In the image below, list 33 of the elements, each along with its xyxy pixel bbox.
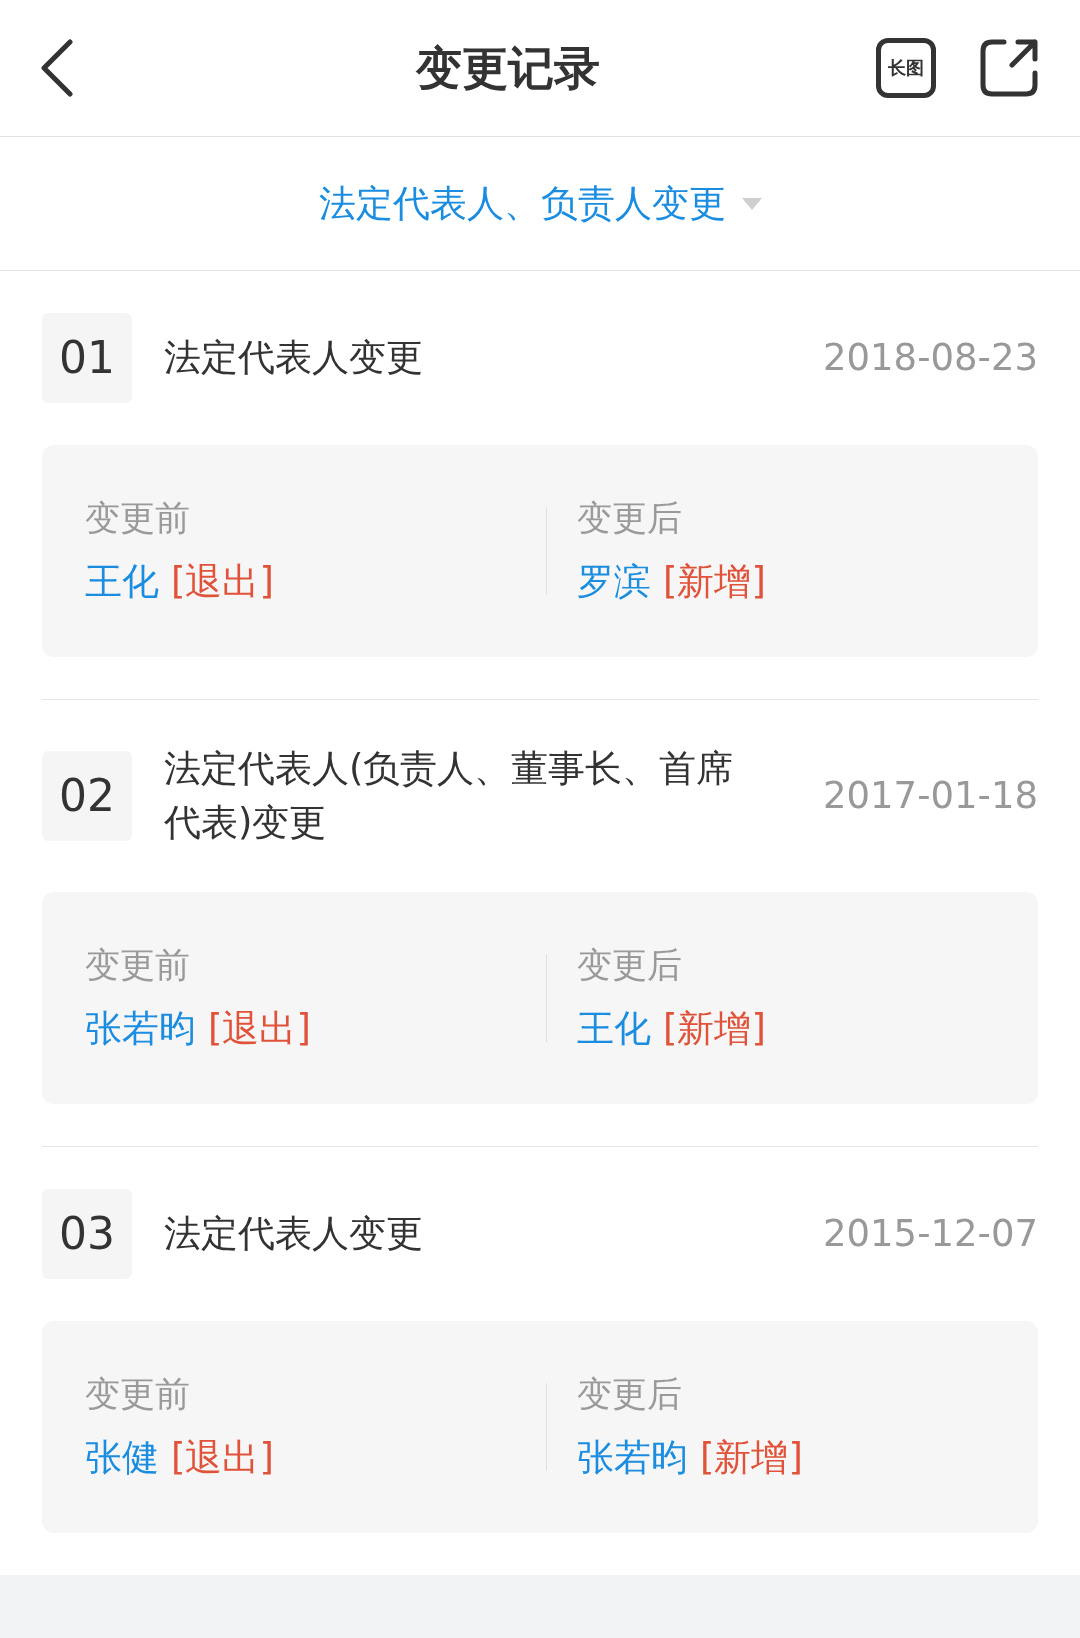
change-tag: [退出] xyxy=(208,1007,311,1051)
person-name[interactable]: 王化 xyxy=(85,560,159,604)
long-image-button[interactable]: 长图 xyxy=(876,38,936,98)
record-date: 2015-12-07 xyxy=(822,1211,1038,1258)
record-date: 2018-08-23 xyxy=(822,335,1038,382)
change-tag: [退出] xyxy=(171,1436,274,1480)
change-label: 变更前 xyxy=(85,945,191,985)
change-tag: [退出] xyxy=(171,560,274,604)
record-number: 02 xyxy=(42,751,132,841)
person-name[interactable]: 张若昀 xyxy=(85,1007,196,1051)
record-number: 01 xyxy=(42,313,132,403)
change-label: 变更后 xyxy=(577,1374,683,1414)
record-title: 法定代表人变更 xyxy=(164,335,424,381)
caret-icon xyxy=(741,197,762,210)
record-date: 2017-01-18 xyxy=(822,773,1038,820)
person-name[interactable]: 张健 xyxy=(85,1436,159,1480)
back-icon xyxy=(40,39,74,97)
person-name[interactable]: 王化 xyxy=(577,1007,651,1051)
change-tag: [新增] xyxy=(700,1436,803,1480)
person-name[interactable]: 罗滨 xyxy=(577,560,651,604)
page-title: 变更记录 xyxy=(416,39,600,97)
change-tag: [新增] xyxy=(663,1007,766,1051)
filter-dropdown[interactable]: 法定代表人、负责人变更 xyxy=(318,175,762,232)
record-title: 法定代表人(负责人、董事长、首席代表)变更 xyxy=(164,746,735,846)
record-number: 03 xyxy=(42,1189,132,1279)
change-label: 变更后 xyxy=(577,945,683,985)
person-name[interactable]: 张若昀 xyxy=(577,1436,688,1480)
change-tag: [新增] xyxy=(663,560,766,604)
record-title: 法定代表人变更 xyxy=(164,1211,424,1257)
change-label: 变更后 xyxy=(577,498,683,538)
change-label: 变更前 xyxy=(85,498,191,538)
change-label: 变更前 xyxy=(85,1374,191,1414)
share-icon[interactable] xyxy=(978,37,1040,99)
